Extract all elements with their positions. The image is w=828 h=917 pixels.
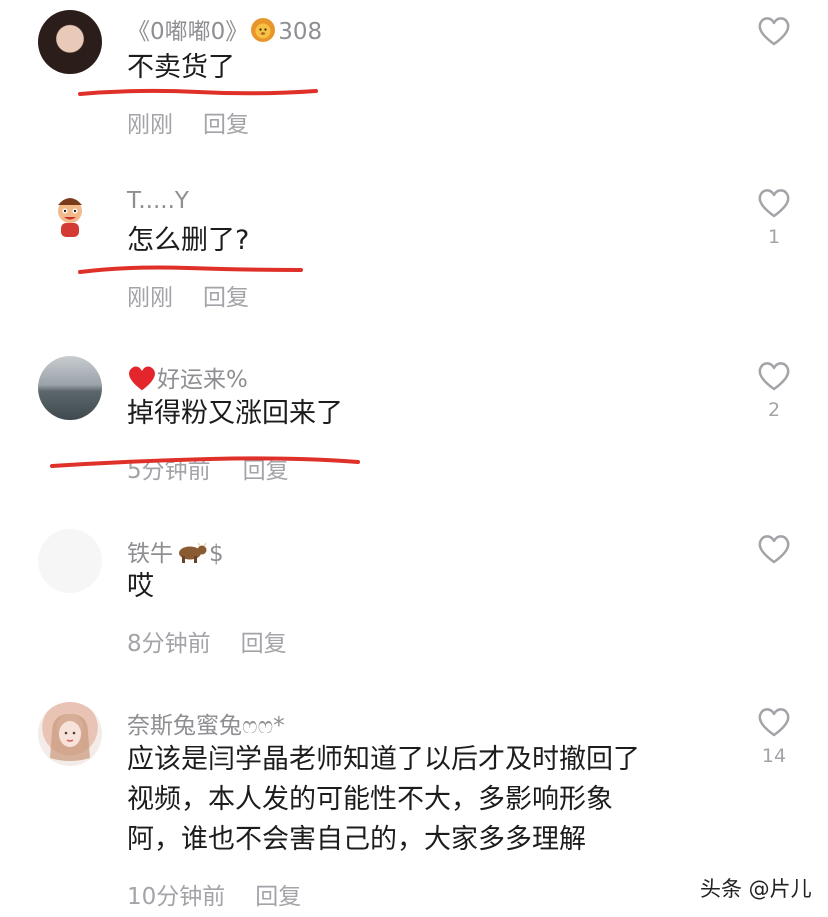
comment-text: 应该是闫学晶老师知道了以后才及时撤回了 视频，本人发的可能性不大，多影响形象 阿… bbox=[127, 740, 727, 860]
comment-text-line: 应该是闫学晶老师知道了以后才及时撤回了 bbox=[127, 744, 640, 775]
like-count: 14 bbox=[761, 745, 787, 767]
like-count: 1 bbox=[767, 226, 781, 248]
username[interactable]: 好运来% bbox=[127, 360, 248, 394]
like-heart-icon[interactable] bbox=[757, 360, 791, 392]
reply-button[interactable]: 回复 bbox=[203, 112, 249, 138]
comment-time: 8分钟前 bbox=[127, 631, 211, 657]
like-heart-icon[interactable] bbox=[757, 187, 791, 219]
username[interactable]: 奈斯兔蜜兔ෆෆ* bbox=[127, 706, 285, 740]
comment-text: 哎 bbox=[127, 571, 154, 602]
username[interactable]: 铁牛 $ bbox=[127, 534, 224, 568]
avatar[interactable] bbox=[38, 702, 102, 766]
red-underline-annotation bbox=[78, 88, 318, 96]
comment-meta: 刚刚 回复 bbox=[127, 105, 249, 139]
ox-icon bbox=[174, 541, 208, 565]
reply-button[interactable]: 回复 bbox=[241, 631, 287, 657]
comment-text: 怎么删了? bbox=[127, 225, 250, 256]
comment-meta: 刚刚 回复 bbox=[127, 278, 249, 312]
red-heart-icon bbox=[127, 364, 157, 392]
comment-text: 掉得粉又涨回来了 bbox=[127, 398, 343, 429]
reply-button[interactable]: 回复 bbox=[255, 884, 301, 910]
reply-button[interactable]: 回复 bbox=[203, 285, 249, 311]
badge-count: 308 bbox=[278, 19, 323, 45]
cartoon-avatar-icon bbox=[58, 198, 82, 237]
comment-meta: 10分钟前 回复 bbox=[127, 877, 301, 911]
red-strikethrough-annotation bbox=[50, 456, 360, 468]
girl-illustration-icon bbox=[50, 714, 90, 761]
comment-time: 刚刚 bbox=[127, 285, 173, 311]
like-heart-icon[interactable] bbox=[757, 15, 791, 47]
avatar[interactable] bbox=[38, 529, 102, 593]
comment-meta: 8分钟前 回复 bbox=[127, 624, 287, 658]
username[interactable]: 《0嘟嘟0》 308 bbox=[127, 12, 322, 46]
red-underline-annotation bbox=[78, 265, 303, 274]
comment-time: 刚刚 bbox=[127, 112, 173, 138]
comment-text-line: 阿，谁也不会害自己的，大家多多理解 bbox=[127, 824, 586, 855]
watermark: 头条 @片儿 bbox=[700, 877, 812, 901]
like-count: 2 bbox=[767, 399, 781, 421]
username[interactable]: T.....Y bbox=[127, 188, 189, 214]
avatar[interactable] bbox=[38, 10, 102, 74]
avatar[interactable] bbox=[38, 356, 102, 420]
like-heart-icon[interactable] bbox=[757, 533, 791, 565]
lion-icon bbox=[250, 17, 276, 43]
comment-text: 不卖货了 bbox=[127, 52, 235, 83]
like-heart-icon[interactable] bbox=[757, 706, 791, 738]
avatar[interactable] bbox=[38, 183, 102, 247]
comment-time: 10分钟前 bbox=[127, 884, 226, 910]
comment-text-line: 视频，本人发的可能性不大，多影响形象 bbox=[127, 784, 613, 815]
